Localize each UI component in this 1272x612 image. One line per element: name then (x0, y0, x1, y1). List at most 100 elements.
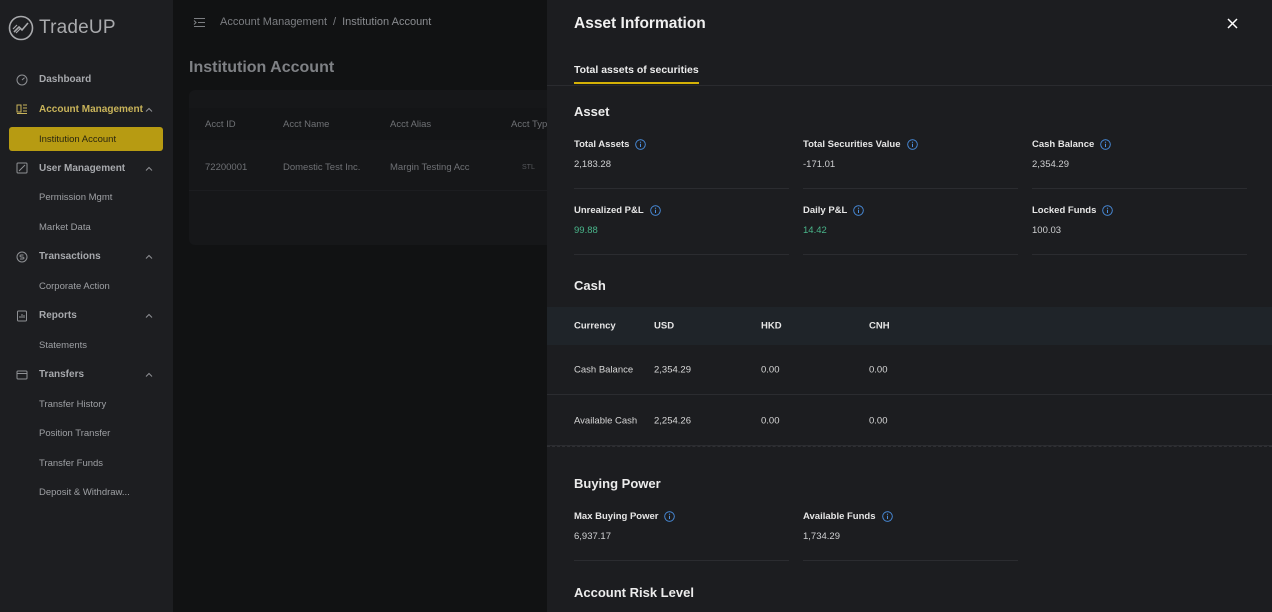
sidebar-item-transfer-funds[interactable]: Transfer Funds (0, 449, 173, 479)
table-cell: Cash Balance (574, 364, 634, 375)
metric-label: Total Assets (574, 139, 630, 150)
user-edit-icon (16, 162, 28, 174)
breadcrumb-item-account-management[interactable]: Account Management (220, 16, 327, 28)
drawer-title: Asset Information (574, 15, 706, 32)
sidebar: TradeUP Dashboard Account Management Ins… (0, 0, 173, 612)
info-icon[interactable] (1100, 139, 1112, 150)
table-cell: 72200001 (205, 162, 248, 173)
info-icon[interactable] (649, 205, 661, 216)
sidebar-item-label: User Management (39, 162, 126, 174)
main-content: Account Management / Institution Account… (173, 0, 547, 612)
table-row: Cash Balance 2,354.29 0.00 0.00 (547, 345, 1272, 395)
tradeup-logo-icon (8, 15, 34, 41)
sidebar-item-label: Corporate Action (39, 280, 110, 292)
menu-fold-icon[interactable] (193, 16, 206, 29)
metric-value: 1,734.29 (803, 531, 840, 542)
table-cell: 0.00 (869, 364, 888, 375)
sidebar-item-position-transfer[interactable]: Position Transfer (0, 419, 173, 449)
table-cell: Margin Testing Acc (390, 162, 470, 173)
metric-label: Cash Balance (1032, 139, 1095, 150)
table-cell: 2,354.29 (654, 364, 691, 375)
sidebar-item-label: Reports (39, 310, 77, 322)
sidebar-item-transfers[interactable]: Transfers (0, 360, 173, 390)
chevron-up-icon (145, 372, 153, 377)
metric-unrealized-pnl: Unrealized P&L 99.88 (574, 205, 789, 255)
breadcrumb-separator: / (333, 16, 337, 28)
section-divider (547, 446, 1272, 447)
coin-icon (16, 251, 28, 263)
metric-total-assets: Total Assets 2,183.28 (574, 139, 789, 189)
sidebar-item-label: Statements (39, 339, 88, 351)
table-cell: 2,254.26 (654, 415, 691, 426)
sidebar-item-label: Position Transfer (39, 428, 111, 440)
metric-value: 99.88 (574, 225, 598, 236)
sidebar-item-label: Institution Account (39, 133, 117, 145)
table-cell: 0.00 (761, 364, 780, 375)
sidebar-item-label: Transfer Funds (39, 457, 104, 469)
table-row: Available Cash 2,254.26 0.00 0.00 (547, 396, 1272, 446)
sidebar-item-transfer-history[interactable]: Transfer History (0, 390, 173, 420)
account-icon (16, 103, 28, 115)
tab-total-assets-of-securities[interactable]: Total assets of securities (574, 64, 699, 84)
close-button[interactable] (1223, 14, 1241, 32)
column-header: HKD (761, 320, 782, 332)
info-icon[interactable] (664, 511, 676, 522)
column-header: CNH (869, 320, 890, 332)
chevron-up-icon (145, 107, 153, 112)
sidebar-nav: Dashboard Account Management Institution… (0, 65, 173, 508)
sidebar-item-account-management[interactable]: Account Management (0, 95, 173, 125)
chevron-up-icon (145, 313, 153, 318)
sidebar-item-label: Transfer History (39, 398, 107, 410)
metric-value: 2,183.28 (574, 159, 611, 170)
app-logo[interactable]: TradeUP (8, 14, 116, 42)
sidebar-item-label: Permission Mgmt (39, 192, 113, 204)
cash-section-title: Cash (574, 278, 606, 293)
report-icon (16, 310, 28, 322)
table-cell: STL (522, 164, 535, 171)
sidebar-item-permission-mgmt[interactable]: Permission Mgmt (0, 183, 173, 213)
metric-value: 6,937.17 (574, 531, 611, 542)
metric-label: Max Buying Power (574, 511, 659, 522)
sidebar-item-deposit-withdraw[interactable]: Deposit & Withdraw... (0, 478, 173, 508)
info-icon[interactable] (1102, 205, 1114, 216)
account-risk-level-title: Account Risk Level (574, 585, 694, 600)
info-icon[interactable] (881, 511, 893, 522)
metric-locked-funds: Locked Funds 100.03 (1032, 205, 1247, 255)
metric-max-buying-power: Max Buying Power 6,937.17 (574, 511, 789, 561)
sidebar-item-label: Transfers (39, 369, 85, 381)
dashboard-icon (16, 74, 28, 86)
sidebar-item-label: Dashboard (39, 74, 92, 86)
metric-value: 100.03 (1032, 225, 1062, 236)
sidebar-item-market-data[interactable]: Market Data (0, 213, 173, 243)
breadcrumb: Account Management / Institution Account (173, 0, 547, 44)
sidebar-item-dashboard[interactable]: Dashboard (0, 65, 173, 95)
chevron-up-icon (145, 254, 153, 259)
sidebar-item-label: Account Management (39, 103, 143, 115)
table-cell: 0.00 (869, 415, 888, 426)
info-icon[interactable] (635, 139, 647, 150)
metric-label: Unrealized P&L (574, 205, 644, 216)
metric-label: Daily P&L (803, 205, 848, 216)
metric-value: -171.01 (803, 159, 836, 170)
column-header: Acct Name (283, 118, 330, 130)
column-header: Acct Alias (390, 118, 432, 130)
sidebar-item-user-management[interactable]: User Management (0, 154, 173, 184)
sidebar-item-institution-account[interactable]: Institution Account (9, 127, 163, 151)
column-header: Acct ID (205, 118, 236, 130)
metric-available-funds: Available Funds 1,734.29 (803, 511, 1018, 561)
table-row[interactable]: 72200001 Domestic Test Inc. Margin Testi… (189, 145, 547, 191)
column-header: Acct Typ (511, 118, 548, 130)
sidebar-item-transactions[interactable]: Transactions (0, 242, 173, 272)
sidebar-item-reports[interactable]: Reports (0, 301, 173, 331)
info-icon[interactable] (853, 205, 865, 216)
buying-power-section-title: Buying Power (574, 476, 661, 491)
app-name: TradeUP (39, 17, 116, 38)
sidebar-item-label: Market Data (39, 221, 91, 233)
metric-total-securities-value: Total Securities Value -171.01 (803, 139, 1018, 189)
sidebar-item-label: Deposit & Withdraw... (39, 487, 130, 499)
metric-value: 2,354.29 (1032, 159, 1069, 170)
asset-information-drawer: Asset Information Total assets of securi… (547, 0, 1272, 612)
sidebar-item-statements[interactable]: Statements (0, 331, 173, 361)
sidebar-item-corporate-action[interactable]: Corporate Action (0, 272, 173, 302)
info-icon[interactable] (906, 139, 918, 150)
